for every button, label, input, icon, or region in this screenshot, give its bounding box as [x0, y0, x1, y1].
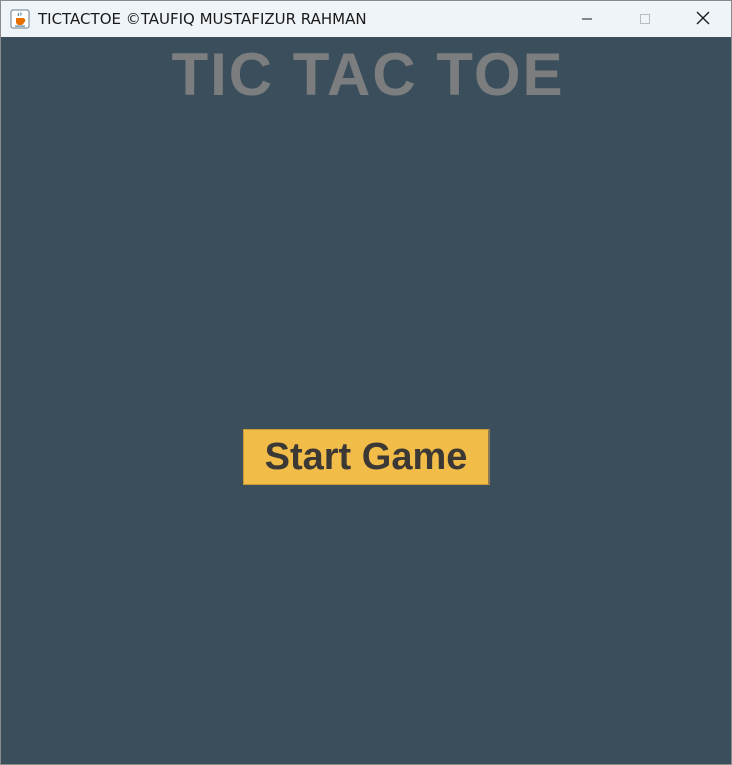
close-button[interactable] [674, 1, 731, 37]
title-bar[interactable]: TICTACTOE ©TAUFIQ MUSTAFIZUR RAHMAN [1, 0, 731, 37]
game-title: TIC TAC TOE [171, 41, 565, 108]
minimize-icon [581, 10, 593, 29]
maximize-icon [639, 10, 651, 29]
java-cup-icon [10, 9, 30, 29]
start-game-button[interactable]: Start Game [243, 429, 490, 485]
close-icon [696, 10, 710, 29]
maximize-button[interactable] [616, 1, 674, 37]
app-window: TICTACTOE ©TAUFIQ MUSTAFIZUR RAHMAN TIC … [0, 0, 732, 765]
minimize-button[interactable] [558, 1, 616, 37]
game-panel: TIC TAC TOE Start Game [1, 37, 731, 764]
window-title: TICTACTOE ©TAUFIQ MUSTAFIZUR RAHMAN [38, 10, 367, 28]
